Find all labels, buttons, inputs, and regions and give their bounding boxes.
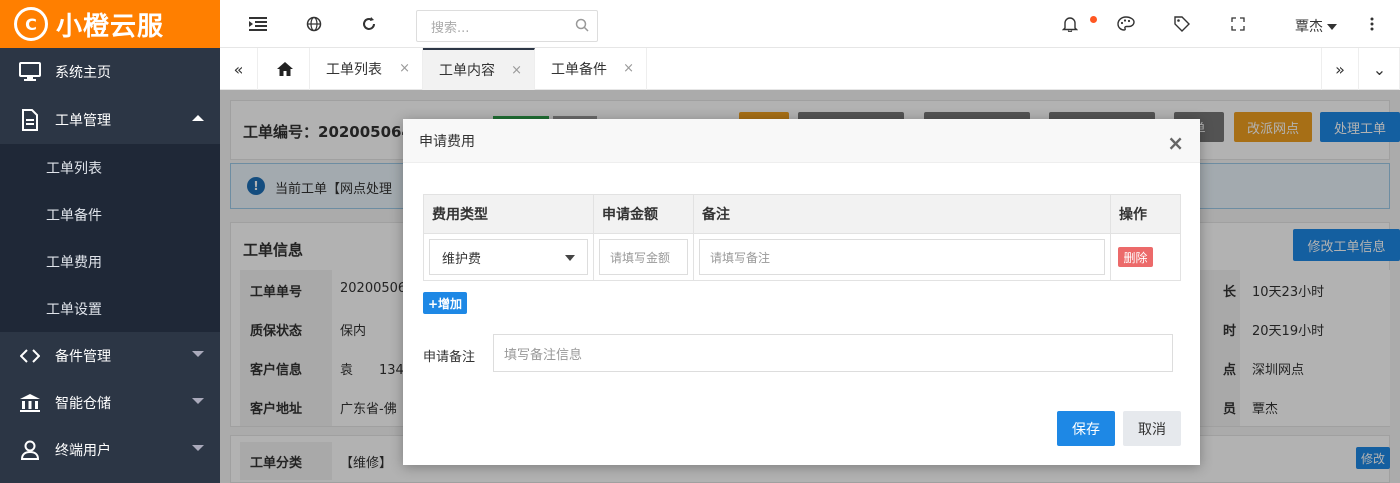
sidebar-subitem-order-parts[interactable]: 工单备件 [0, 191, 220, 238]
globe-icon[interactable] [304, 14, 324, 34]
dialog-title: 申请费用 [419, 133, 475, 150]
dialog-header: 申请费用 [403, 119, 1200, 163]
monitor-icon [18, 61, 42, 83]
fee-type-value: 维护费 [442, 251, 482, 267]
cancel-button[interactable]: 取消 [1123, 411, 1181, 446]
table-cell: 删除 [1110, 233, 1181, 281]
chevron-down-icon [192, 445, 204, 451]
chevron-down-icon [192, 351, 204, 357]
logo-text: 小橙云服 [56, 11, 165, 42]
sidebar-item-storage[interactable]: 智能仓储 [0, 379, 220, 426]
apply-fee-dialog: 申请费用 × 费用类型 申请金额 备注 操作 维护费 请填写金额 请填写备注 删 [403, 119, 1200, 465]
tab-order-parts[interactable]: 工单备件 × [535, 48, 647, 90]
tag-icon[interactable] [1172, 14, 1192, 34]
sidebar-item-label: 系统主页 [55, 65, 111, 81]
search-input[interactable]: 搜索... [416, 10, 598, 42]
table-cell: 请填写金额 [593, 233, 694, 281]
delete-button[interactable]: 删除 [1118, 247, 1153, 267]
save-label: 保存 [1072, 421, 1100, 438]
bell-icon[interactable] [1060, 14, 1080, 34]
chevron-up-icon [192, 115, 204, 121]
user-icon [18, 439, 42, 461]
apply-remark-label: 申请备注 [423, 350, 476, 365]
sidebar-item-end-users[interactable]: 终端用户 [0, 426, 220, 473]
logo[interactable]: C 小橙云服 [0, 0, 220, 48]
table-row: 维护费 请填写金额 请填写备注 删除 [423, 233, 1181, 281]
add-row-label: +增加 [427, 296, 463, 311]
tab-label: 工单列表 [326, 62, 382, 78]
table-cell: 请填写备注 [693, 233, 1111, 281]
amount-input[interactable]: 请填写金额 [599, 239, 688, 275]
column-header: 费用类型 [423, 194, 594, 234]
delete-label: 删除 [1123, 250, 1148, 265]
tab-order-content[interactable]: 工单内容 × [423, 48, 535, 90]
fee-type-select[interactable]: 维护费 [429, 239, 588, 275]
sidebar-item-home[interactable]: 系统主页 [0, 48, 220, 96]
column-header: 备注 [693, 194, 1111, 234]
sidebar-item-label: 终端用户 [55, 442, 111, 459]
search-icon[interactable] [575, 18, 589, 36]
document-icon [18, 109, 42, 131]
tab-label: 工单内容 [439, 63, 495, 79]
logo-icon: C [14, 7, 48, 41]
refresh-icon[interactable] [359, 14, 379, 34]
tab-order-list[interactable]: 工单列表 × [310, 48, 423, 90]
sidebar-item-label: 工单管理 [55, 113, 111, 129]
sidebar-item-parts[interactable]: 备件管理 [0, 332, 220, 379]
sidebar-item-label: 备件管理 [55, 348, 111, 365]
search-placeholder: 搜索... [431, 20, 470, 36]
home-icon[interactable] [260, 48, 310, 90]
sidebar-item-label: 智能仓储 [55, 395, 111, 412]
apply-remark-placeholder: 填写备注信息 [504, 347, 583, 363]
column-header: 申请金额 [593, 194, 694, 234]
remark-placeholder: 请填写备注 [710, 250, 771, 265]
fee-table: 费用类型 申请金额 备注 操作 维护费 请填写金额 请填写备注 删除 [423, 194, 1181, 281]
top-bar: 搜索... 覃杰 [220, 0, 1400, 48]
remark-input[interactable]: 请填写备注 [699, 239, 1105, 275]
sidebar-subitem-order-list[interactable]: 工单列表 [0, 144, 220, 191]
amount-placeholder: 请填写金额 [610, 250, 671, 265]
notification-dot [1090, 16, 1097, 23]
user-name: 覃杰 [1295, 19, 1323, 35]
sidebar-subitem-order-fees[interactable]: 工单费用 [0, 238, 220, 285]
close-icon[interactable]: × [511, 63, 522, 78]
chevron-diamond-icon [18, 345, 42, 367]
user-menu[interactable]: 覃杰 [1295, 16, 1337, 36]
apply-remark-input[interactable]: 填写备注信息 [493, 334, 1173, 372]
menu-toggle-icon[interactable] [248, 14, 268, 34]
bank-icon [18, 392, 42, 414]
sidebar: C 小橙云服 系统主页 工单管理 工单列表 工单备件 工单费用 工单设置 备件管… [0, 0, 220, 483]
tab-bar: « 工单列表 × 工单内容 × 工单备件 × » ⌄ [220, 48, 1400, 90]
table-cell: 维护费 [423, 233, 594, 281]
tab-label: 工单备件 [551, 62, 607, 78]
sidebar-subitem-order-settings[interactable]: 工单设置 [0, 285, 220, 332]
caret-down-icon [565, 255, 575, 261]
sidebar-submenu: 工单列表 工单备件 工单费用 工单设置 [0, 144, 220, 332]
fullscreen-icon[interactable] [1228, 14, 1248, 34]
more-vertical-icon[interactable] [1362, 14, 1382, 34]
close-icon[interactable]: × [623, 61, 634, 76]
cancel-label: 取消 [1138, 421, 1166, 438]
sidebar-item-order-management[interactable]: 工单管理 [0, 96, 220, 144]
chevron-down-icon[interactable]: ⌄ [1360, 48, 1400, 90]
save-button[interactable]: 保存 [1057, 411, 1115, 446]
chevron-down-icon [192, 398, 204, 404]
add-row-button[interactable]: +增加 [423, 292, 467, 314]
tab-scroll-right-icon[interactable]: » [1321, 48, 1359, 90]
palette-icon[interactable] [1116, 14, 1136, 34]
caret-down-icon [1327, 24, 1337, 30]
column-header: 操作 [1110, 194, 1181, 234]
table-header-row: 费用类型 申请金额 备注 操作 [423, 194, 1181, 234]
tab-scroll-left-icon[interactable]: « [220, 48, 258, 90]
close-icon[interactable]: × [399, 61, 410, 76]
close-icon[interactable]: × [1167, 131, 1184, 155]
